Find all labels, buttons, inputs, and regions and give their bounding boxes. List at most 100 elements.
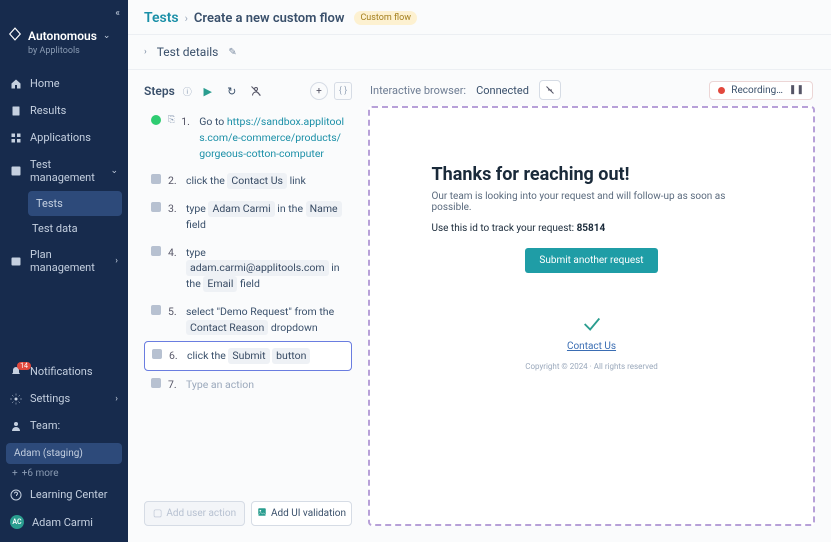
nav-test-management-sub: Tests Test data [0, 191, 128, 241]
team-more-label: +6 more [22, 468, 59, 479]
step-text: Go to https://sandbox.applitools.com/e-c… [199, 114, 346, 161]
step-marker-icon [151, 246, 161, 256]
nav-label: Notifications [30, 365, 118, 378]
browser-preview[interactable]: Thanks for reaching out! Our team is loo… [368, 106, 815, 526]
user-name: Adam Carmi [32, 516, 118, 529]
nav-plan-management[interactable]: Plan management › [0, 241, 128, 281]
button-label: Add UI validation [271, 508, 346, 519]
step-marker-icon [151, 378, 161, 388]
browser-status-value: Connected [476, 84, 529, 97]
nav-label: Test management [30, 158, 102, 184]
step-text: click the Contact Us link [186, 173, 346, 189]
nav-results[interactable]: Results [0, 97, 128, 124]
step-item[interactable]: 3. type Adam Carmi in the Name field [144, 195, 352, 239]
nav-test-management[interactable]: Test management ⌄ [0, 151, 128, 191]
step-text: type Adam Carmi in the Name field [186, 201, 346, 233]
nav-user[interactable]: AC Adam Carmi [0, 508, 128, 536]
plus-icon: + [12, 468, 18, 479]
nav-label: Settings [30, 392, 107, 405]
info-icon[interactable]: ⓘ [183, 85, 192, 98]
step-item[interactable]: 4. type adam.carmi@applitools.com in the… [144, 239, 352, 298]
pause-icon[interactable]: ❚❚ [789, 85, 804, 95]
step-number: 2. [168, 173, 180, 189]
chevron-right-icon: › [115, 394, 118, 404]
nav-label: Tests [36, 197, 114, 210]
brand[interactable]: Autonomous ⌄ [8, 23, 120, 46]
chevron-right-icon: › [185, 12, 188, 25]
disconnect-button[interactable] [539, 80, 561, 100]
brackets-button[interactable]: { } [334, 82, 352, 100]
nav-settings[interactable]: Settings › [0, 385, 128, 412]
nav-primary: Home Results Applications Test managemen… [0, 70, 128, 281]
user-icon [10, 420, 22, 432]
add-user-action-button: ▢ Add user action [144, 501, 245, 526]
preview-body: Our team is looking into your request an… [432, 191, 752, 213]
home-icon [10, 78, 22, 90]
chevron-right-icon: › [115, 256, 118, 266]
flow-type-pill: Custom flow [354, 11, 417, 25]
recording-label: Recording… [731, 85, 783, 96]
breadcrumb-root[interactable]: Tests [144, 10, 179, 26]
contact-us-link[interactable]: Contact Us [432, 341, 752, 352]
brand-logo-icon [8, 27, 22, 44]
step-marker-icon [152, 349, 162, 359]
step-item[interactable]: 2. click the Contact Us link [144, 167, 352, 195]
sidebar-bottom: 14 Notifications Settings › Team: Adam (… [0, 358, 128, 542]
nav-home[interactable]: Home [0, 70, 128, 97]
sidebar: « Autonomous ⌄ by Applitools Home [0, 0, 128, 542]
avatar: AC [10, 515, 24, 529]
nav-team[interactable]: Team: [0, 412, 128, 439]
preview-logo-icon [581, 313, 603, 335]
square-icon: ▢ [153, 508, 162, 519]
chevron-down-icon: ⌄ [103, 31, 111, 41]
step-text: click the Submit button [187, 348, 345, 364]
nav-applications[interactable]: Applications [0, 124, 128, 151]
nav-label: Applications [30, 131, 118, 144]
step-item-new[interactable]: 7. Type an action [144, 371, 352, 399]
test-details-label: Test details [157, 45, 219, 59]
recording-indicator[interactable]: Recording… ❚❚ [709, 81, 813, 100]
nav-test-data[interactable]: Test data [22, 216, 128, 241]
refresh-button[interactable]: ↻ [224, 83, 240, 99]
calendar-icon [10, 255, 22, 267]
nav-notifications[interactable]: 14 Notifications [0, 358, 128, 385]
nav-tests[interactable]: Tests [28, 191, 122, 216]
nav-label: Learning Center [30, 488, 118, 501]
team-more[interactable]: + +6 more [12, 468, 116, 479]
help-icon [10, 489, 22, 501]
chevron-right-icon: › [144, 47, 147, 57]
play-button[interactable]: ▶ [200, 83, 216, 99]
submit-another-button[interactable]: Submit another request [525, 248, 657, 273]
step-text: type adam.carmi@applitools.com in the Em… [186, 245, 346, 292]
notification-badge: 14 [17, 362, 31, 370]
add-circle-button[interactable]: + [310, 82, 328, 100]
document-icon [10, 105, 22, 117]
add-ui-validation-button[interactable]: Add UI validation [251, 501, 352, 526]
step-number: 7. [168, 377, 180, 393]
person-off-button[interactable] [248, 83, 264, 99]
browser-status-label: Interactive browser: [370, 84, 466, 97]
test-details-row[interactable]: › Test details ✎ [128, 35, 831, 70]
nav-label: Team: [30, 419, 118, 432]
nav-learning-center[interactable]: Learning Center [0, 481, 128, 508]
step-item[interactable]: ⎘ 1. Go to https://sandbox.applitools.co… [144, 108, 352, 167]
breadcrumb: Tests › Create a new custom flow Custom … [144, 10, 815, 26]
edit-icon[interactable]: ✎ [228, 47, 236, 58]
nav-label: Test data [32, 222, 118, 235]
step-number: 6. [169, 348, 181, 364]
step-item[interactable]: 5. select "Demo Request" from the Contac… [144, 298, 352, 342]
brand-subtitle: by Applitools [8, 46, 120, 56]
grid-icon [10, 132, 22, 144]
step-item-selected[interactable]: 6. click the Submit button [144, 341, 352, 371]
browser-header: Interactive browser: Connected Recording… [368, 80, 815, 106]
preview-track: Use this id to track your request: 85814 [432, 223, 752, 234]
header: Tests › Create a new custom flow Custom … [128, 0, 831, 35]
preview-footer: Copyright © 2024 · All rights reserved [432, 362, 752, 371]
sidebar-collapse-button[interactable]: « [8, 6, 120, 23]
browser-panel: Interactive browser: Connected Recording… [368, 80, 815, 526]
step-number: 3. [168, 201, 180, 217]
team-selected[interactable]: Adam (staging) [6, 443, 122, 464]
step-number: 4. [168, 245, 180, 261]
step-number: 5. [168, 304, 180, 320]
brand-name: Autonomous [28, 29, 97, 43]
